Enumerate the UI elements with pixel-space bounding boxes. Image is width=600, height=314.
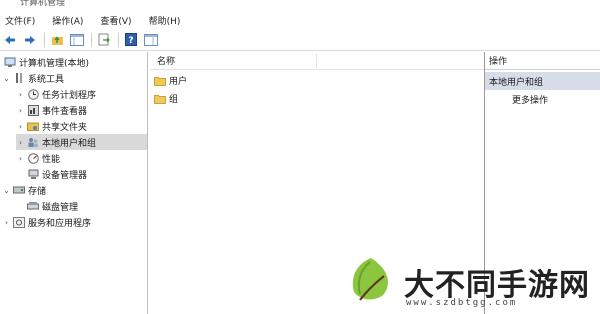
tree-item-task-scheduler[interactable]: › 任务计划程序 bbox=[16, 86, 96, 102]
forward-arrow-icon[interactable] bbox=[22, 32, 38, 48]
performance-icon bbox=[27, 152, 39, 164]
actions-section-local-users-groups[interactable]: 本地用户和组 bbox=[485, 72, 600, 90]
more-actions-link[interactable]: 更多操作 bbox=[512, 93, 548, 106]
chevron-down-icon[interactable]: ⌄ bbox=[2, 74, 11, 83]
leaf-logo-icon bbox=[348, 256, 394, 306]
tree-item-performance[interactable]: › 性能 bbox=[16, 150, 60, 166]
computer-management-icon bbox=[4, 56, 16, 68]
column-divider[interactable] bbox=[316, 54, 317, 68]
chevron-right-icon[interactable]: › bbox=[16, 138, 25, 147]
chevron-right-icon[interactable]: › bbox=[16, 122, 25, 131]
tree-item-label: 设备管理器 bbox=[42, 170, 88, 181]
chevron-right-icon[interactable]: › bbox=[16, 154, 25, 163]
up-folder-icon[interactable] bbox=[49, 32, 65, 48]
tree-item-services-apps[interactable]: › 服务和应用程序 bbox=[2, 214, 91, 230]
window-title: 计算机管理 bbox=[20, 0, 66, 8]
tree-item-local-users-groups[interactable]: › 本地用户和组 bbox=[16, 134, 147, 150]
tree-item-label: 共享文件夹 bbox=[42, 122, 88, 133]
chevron-down-icon[interactable]: ⌄ bbox=[2, 186, 11, 195]
folder-icon bbox=[154, 76, 166, 86]
watermark-url: www.szdbtgg.com bbox=[406, 298, 518, 308]
toolbar-separator bbox=[44, 32, 45, 47]
menu-help[interactable]: 帮助(H) bbox=[149, 14, 181, 27]
folder-icon bbox=[154, 94, 166, 104]
chevron-right-icon[interactable]: › bbox=[16, 90, 25, 99]
tree-item-device-manager[interactable]: 设备管理器 bbox=[25, 166, 87, 182]
export-list-icon[interactable] bbox=[96, 32, 112, 48]
list-item-label: 用户 bbox=[169, 77, 188, 87]
menu-action[interactable]: 操作(A) bbox=[52, 14, 83, 27]
tree-item-storage[interactable]: ⌄ 存储 bbox=[2, 182, 46, 198]
list-column-header: 名称 bbox=[150, 52, 484, 70]
chevron-right-icon[interactable]: › bbox=[16, 106, 25, 115]
properties-icon[interactable] bbox=[143, 32, 159, 48]
device-manager-icon bbox=[27, 168, 39, 180]
tree-item-label: 存储 bbox=[28, 186, 47, 197]
clock-icon bbox=[27, 88, 39, 100]
tree-item-label: 事件查看器 bbox=[42, 106, 88, 117]
toolbar: ? bbox=[0, 29, 600, 51]
disk-icon bbox=[27, 200, 39, 212]
title-bar: 计算机管理 bbox=[0, 0, 600, 8]
tree-item-label: 服务和应用程序 bbox=[28, 218, 92, 229]
menu-view[interactable]: 查看(V) bbox=[100, 14, 131, 27]
event-viewer-icon bbox=[27, 104, 39, 116]
tree-item-label: 计算机管理(本地) bbox=[19, 58, 90, 69]
tools-icon bbox=[13, 72, 25, 84]
tree-item-label: 任务计划程序 bbox=[42, 90, 97, 101]
console-tree-icon[interactable] bbox=[69, 32, 85, 48]
chevron-right-icon[interactable]: › bbox=[2, 218, 11, 227]
tree-item-label: 性能 bbox=[42, 154, 61, 165]
tree-item-label: 系统工具 bbox=[28, 74, 65, 85]
storage-icon bbox=[13, 184, 25, 196]
help-icon[interactable]: ? bbox=[123, 32, 139, 48]
actions-header: 操作 bbox=[485, 52, 600, 70]
tree-item-system-tools[interactable]: ⌄ 系统工具 bbox=[2, 70, 64, 86]
console-tree-pane: 计算机管理(本地) ⌄ 系统工具 › 任务计划程序 › 事件查看器 › 共享文件… bbox=[0, 52, 148, 314]
services-icon bbox=[13, 216, 25, 228]
toolbar-separator bbox=[91, 32, 92, 47]
svg-text:?: ? bbox=[128, 36, 133, 46]
tree-item-computer-management[interactable]: 计算机管理(本地) bbox=[2, 54, 89, 70]
watermark: 大不同手游网 www.szdbtgg.com bbox=[348, 256, 600, 314]
shared-folder-icon bbox=[27, 120, 39, 132]
menu-bar: 文件(F) 操作(A) 查看(V) 帮助(H) bbox=[0, 11, 600, 29]
column-name-header[interactable]: 名称 bbox=[157, 54, 175, 67]
tree-item-event-viewer[interactable]: › 事件查看器 bbox=[16, 102, 87, 118]
list-item[interactable]: 组 bbox=[154, 90, 178, 107]
tree-item-disk-management[interactable]: 磁盘管理 bbox=[25, 198, 78, 214]
tree-item-label: 本地用户和组 bbox=[42, 138, 97, 149]
users-icon bbox=[27, 136, 39, 148]
list-item-label: 组 bbox=[169, 95, 179, 105]
back-arrow-icon[interactable] bbox=[2, 32, 18, 48]
menu-file[interactable]: 文件(F) bbox=[5, 14, 35, 27]
tree-item-shared-folders[interactable]: › 共享文件夹 bbox=[16, 118, 87, 134]
tree-item-label: 磁盘管理 bbox=[42, 202, 79, 213]
list-item[interactable]: 用户 bbox=[154, 72, 187, 89]
toolbar-separator bbox=[118, 32, 119, 47]
